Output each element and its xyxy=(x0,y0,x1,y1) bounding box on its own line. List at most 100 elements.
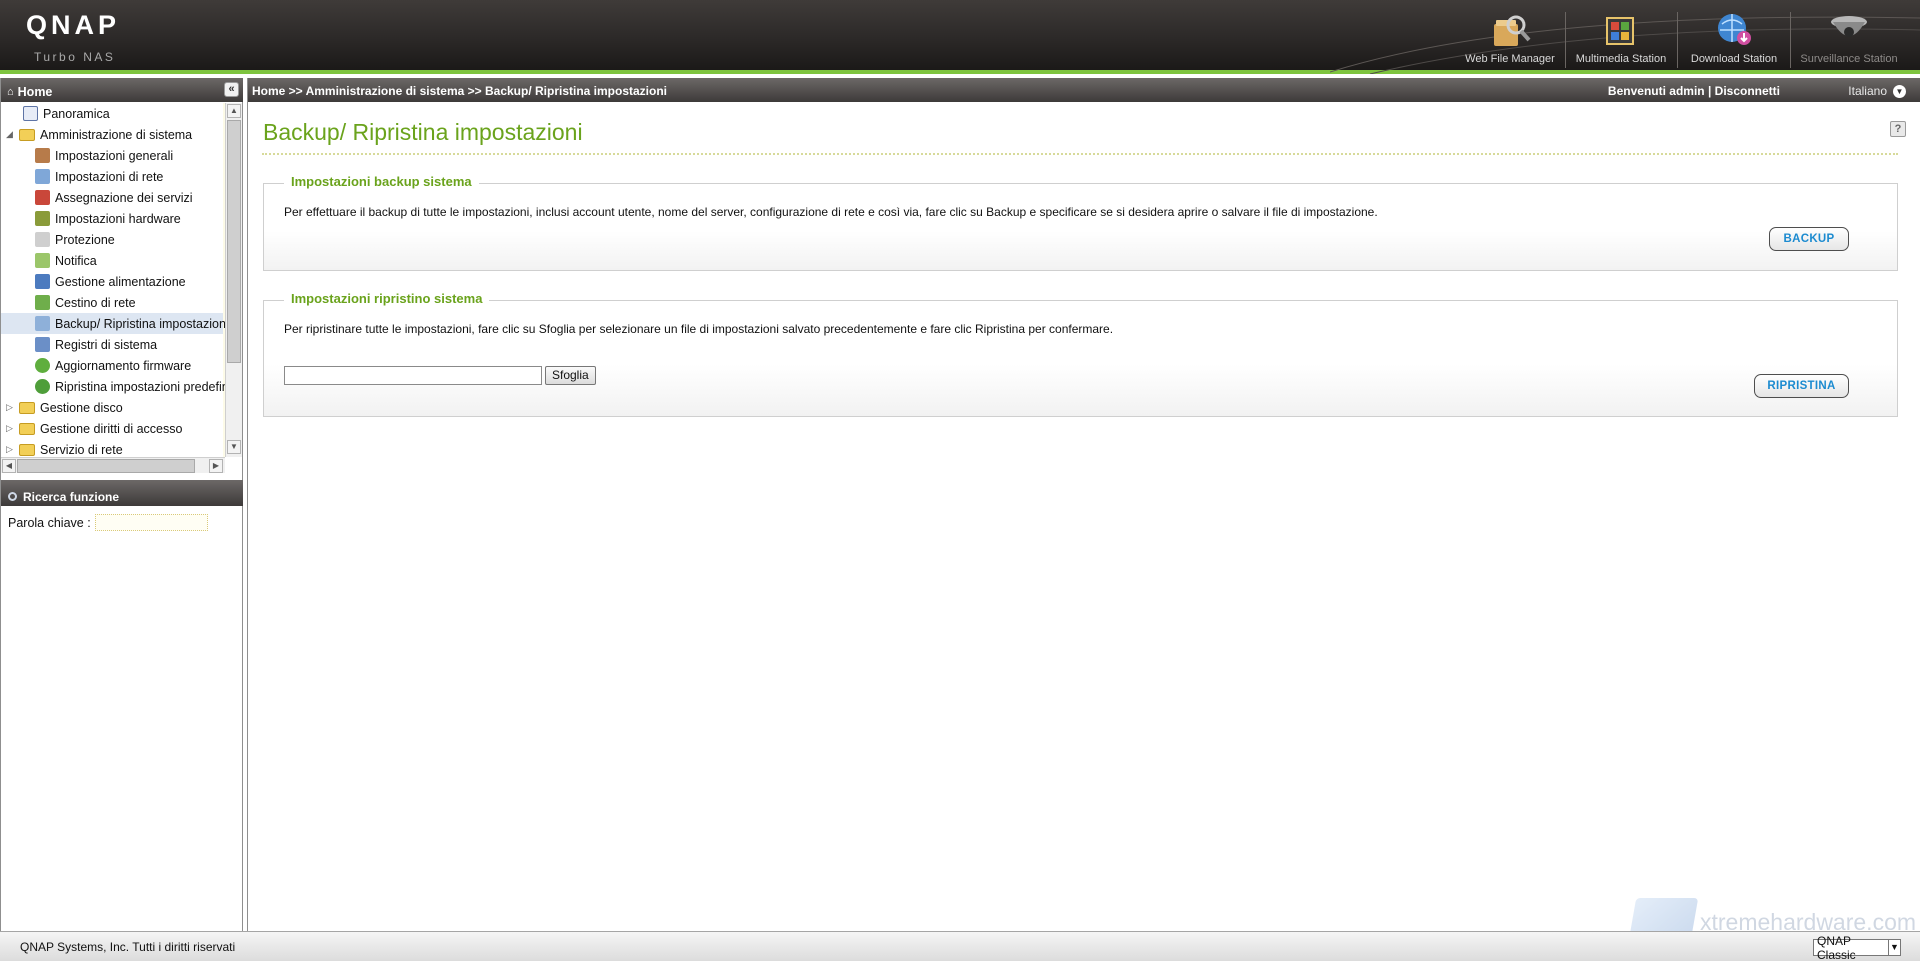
scroll-thumb[interactable] xyxy=(227,120,241,363)
header-separator xyxy=(1565,12,1566,68)
home-bar[interactable]: ⌂ Home « xyxy=(1,78,243,102)
settings-file-input[interactable] xyxy=(284,366,542,385)
restore-button[interactable]: RIPRISTINA xyxy=(1754,374,1849,398)
collapse-sidebar-button[interactable]: « xyxy=(224,82,239,97)
tree-item-gestione-diritti[interactable]: ▷ Gestione diritti di accesso xyxy=(5,418,182,439)
language-label: Italiano xyxy=(1848,84,1887,98)
tree-item-label: Servizio di rete xyxy=(40,442,123,457)
folder-icon xyxy=(19,443,35,456)
search-function-bar: Ricerca funzione xyxy=(1,480,243,506)
download-station-icon xyxy=(1718,14,1751,45)
app-label: Download Station xyxy=(1690,53,1778,65)
header-separator xyxy=(1790,12,1791,68)
tree-item-label: Impostazioni hardware xyxy=(55,211,181,226)
language-selector[interactable]: Italiano ▼ xyxy=(1848,84,1906,98)
tree-horizontal-scrollbar[interactable]: ◀ ▶ xyxy=(1,457,225,473)
tree-item-notifica[interactable]: Notifica xyxy=(35,250,97,271)
left-panel: ⌂ Home « Panoramica ◢ Amministrazione di… xyxy=(0,78,243,931)
tree-item-impostazioni-hardware[interactable]: Impostazioni hardware xyxy=(35,208,181,229)
top-header: QNAP Turbo NAS Web File Manager Multimed… xyxy=(0,0,1920,74)
tree-item-label: Gestione disco xyxy=(40,400,123,415)
dropdown-icon[interactable]: ▼ xyxy=(1887,940,1900,955)
help-icon[interactable]: ? xyxy=(1890,121,1906,137)
reset-icon xyxy=(35,379,50,394)
expanded-arrow-icon[interactable]: ◢ xyxy=(5,129,14,140)
main-content: Home >> Amministrazione di sistema >> Ba… xyxy=(247,78,1920,931)
search-row: Parola chiave : xyxy=(8,514,208,531)
tree-item-label: Ripristina impostazioni predefin xyxy=(55,379,225,394)
backup-section: Impostazioni backup sistema Per effettua… xyxy=(263,174,1898,271)
tree-item-servizio-rete[interactable]: ▷ Servizio di rete xyxy=(5,439,123,457)
tree-item-impostazioni-generali[interactable]: Impostazioni generali xyxy=(35,145,173,166)
keyword-search-input[interactable] xyxy=(94,514,208,531)
scroll-thumb[interactable] xyxy=(17,459,195,473)
backup-section-legend: Impostazioni backup sistema xyxy=(284,174,479,189)
firmware-icon xyxy=(35,358,50,373)
folder-icon xyxy=(19,422,35,435)
tree-item-cestino-rete[interactable]: Cestino di rete xyxy=(35,292,136,313)
web-file-manager-icon xyxy=(1494,15,1531,46)
tree-item-label: Aggiornamento firmware xyxy=(55,358,192,373)
browse-button[interactable]: Sfoglia xyxy=(545,366,596,385)
tree-item-registri-sistema[interactable]: Registri di sistema xyxy=(35,334,157,355)
tree-item-backup-ripristina[interactable]: Backup/ Ripristina impostazioni xyxy=(1,313,225,334)
qnap-logo: QNAP xyxy=(26,10,121,40)
network-icon xyxy=(35,169,50,184)
collapsed-arrow-icon[interactable]: ▷ xyxy=(5,444,14,455)
home-icon: ⌂ xyxy=(7,86,14,98)
power-icon xyxy=(35,274,50,289)
tree-item-label: Backup/ Ripristina impostazioni xyxy=(55,316,225,331)
search-title: Ricerca funzione xyxy=(23,489,120,504)
navigation-tree: Panoramica ◢ Amministrazione di sistema … xyxy=(1,103,225,457)
tree-item-label: Gestione alimentazione xyxy=(55,274,186,289)
tree-item-label: Amministrazione di sistema xyxy=(40,127,193,142)
tree-item-amministrazione[interactable]: ◢ Amministrazione di sistema xyxy=(5,124,192,145)
scroll-right-icon[interactable]: ▶ xyxy=(209,459,223,473)
scroll-up-icon[interactable]: ▲ xyxy=(227,104,241,118)
scroll-left-icon[interactable]: ◀ xyxy=(2,459,16,473)
tree-vertical-scrollbar[interactable]: ▲ ▼ xyxy=(225,103,242,457)
dropdown-icon[interactable]: ▼ xyxy=(1893,84,1906,98)
search-icon xyxy=(8,492,17,501)
app-download-station[interactable]: Download Station xyxy=(1681,10,1787,68)
tree-item-protezione[interactable]: Protezione xyxy=(35,229,115,250)
home-label: Home xyxy=(17,85,53,99)
theme-select[interactable]: QNAP Classic ▼ xyxy=(1813,934,1901,962)
notification-icon xyxy=(35,253,50,268)
tree-item-assegnazione-servizi[interactable]: Assegnazione dei servizi xyxy=(35,187,193,208)
tree-item-label: Gestione diritti di accesso xyxy=(40,421,183,436)
tree-item-aggiornamento-firmware[interactable]: Aggiornamento firmware xyxy=(35,355,191,376)
tree-item-gestione-alimentazione[interactable]: Gestione alimentazione xyxy=(35,271,186,292)
collapsed-arrow-icon[interactable]: ▷ xyxy=(5,423,14,434)
title-divider xyxy=(262,153,1898,155)
keyword-label: Parola chiave : xyxy=(8,515,91,530)
tree-item-panoramica[interactable]: Panoramica xyxy=(9,103,110,124)
logo-subtitle: Turbo NAS xyxy=(34,50,116,64)
tree-item-label: Panoramica xyxy=(43,106,110,121)
collapsed-arrow-icon[interactable]: ▷ xyxy=(5,402,14,413)
app-surveillance-station[interactable]: Surveillance Station xyxy=(1794,10,1904,68)
backup-icon xyxy=(35,316,50,331)
restore-section-legend: Impostazioni ripristino sistema xyxy=(284,291,490,306)
tree-item-label: Impostazioni di rete xyxy=(55,169,164,184)
app-label: Web File Manager xyxy=(1465,53,1555,65)
tree-item-ripristina-predefinite[interactable]: Ripristina impostazioni predefin xyxy=(35,376,225,397)
tree-item-impostazioni-rete[interactable]: Impostazioni di rete xyxy=(35,166,163,187)
logout-link[interactable]: Disconnetti xyxy=(1715,84,1780,98)
scroll-down-icon[interactable]: ▼ xyxy=(227,440,241,454)
app-label: Surveillance Station xyxy=(1800,53,1898,65)
logs-icon xyxy=(35,337,50,352)
backup-button[interactable]: BACKUP xyxy=(1769,227,1849,251)
app-web-file-manager[interactable]: Web File Manager xyxy=(1459,10,1561,68)
breadcrumb[interactable]: Home >> Amministrazione di sistema >> Ba… xyxy=(252,84,667,98)
page-title: Backup/ Ripristina impostazioni xyxy=(263,119,583,145)
tree-item-gestione-disco[interactable]: ▷ Gestione disco xyxy=(5,397,123,418)
header-separator xyxy=(1677,12,1678,68)
copyright-text: QNAP Systems, Inc. Tutti i diritti riser… xyxy=(20,940,236,954)
overview-icon xyxy=(23,106,38,121)
tree-item-label: Impostazioni generali xyxy=(55,148,174,163)
theme-value: QNAP Classic xyxy=(1817,933,1856,962)
app-label: Multimedia Station xyxy=(1575,53,1667,65)
app-multimedia-station[interactable]: Multimedia Station xyxy=(1569,10,1673,68)
multimedia-station-icon xyxy=(1606,17,1634,45)
